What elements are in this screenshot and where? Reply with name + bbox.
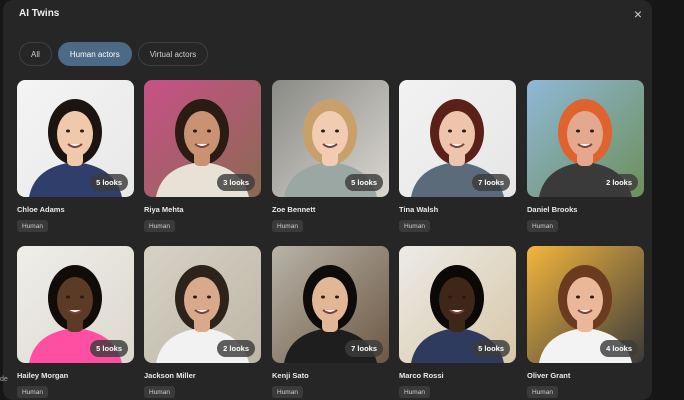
actor-type-badge: Human xyxy=(272,386,303,398)
actor-thumbnail[interactable]: 5 looks xyxy=(17,80,134,197)
actor-name: Kenji Sato xyxy=(272,371,309,380)
actor-type-badge: Human xyxy=(17,386,48,398)
actor-name: Marco Rossi xyxy=(399,371,444,380)
actor-thumbnail[interactable]: 2 looks xyxy=(527,80,644,197)
actor-card[interactable]: 7 looks Kenji Sato Human xyxy=(272,246,389,399)
looks-count-badge: 7 looks xyxy=(345,340,383,357)
looks-count-badge: 2 looks xyxy=(217,340,255,357)
actor-thumbnail[interactable]: 5 looks xyxy=(17,246,134,363)
actor-name: Daniel Brooks xyxy=(527,205,578,214)
actor-name: Jackson Miller xyxy=(144,371,196,380)
actor-type-badge: Human xyxy=(527,386,558,398)
looks-count-badge: 5 looks xyxy=(90,174,128,191)
looks-count-badge: 4 looks xyxy=(600,340,638,357)
actor-name: Hailey Morgan xyxy=(17,371,69,380)
actor-thumbnail[interactable]: 7 looks xyxy=(272,246,389,363)
looks-count-badge: 5 looks xyxy=(472,340,510,357)
looks-count-badge: 7 looks xyxy=(472,174,510,191)
actor-thumbnail[interactable]: 3 looks xyxy=(144,80,261,197)
actor-card[interactable]: 2 looks Jackson Miller Human xyxy=(144,246,261,399)
actor-thumbnail[interactable]: 2 looks xyxy=(144,246,261,363)
actor-card[interactable]: 7 looks Tina Walsh Human xyxy=(399,80,516,233)
actor-thumbnail[interactable]: 5 looks xyxy=(272,80,389,197)
actor-thumbnail[interactable]: 4 looks xyxy=(527,246,644,363)
filter-virtual-actors-button[interactable]: Virtual actors xyxy=(137,42,209,66)
actor-card[interactable]: 2 looks Daniel Brooks Human xyxy=(527,80,644,233)
actor-type-badge: Human xyxy=(144,386,175,398)
actor-card[interactable]: 5 looks Zoe Bennett Human xyxy=(272,80,389,233)
looks-count-badge: 5 looks xyxy=(345,174,383,191)
actor-name: Riya Mehta xyxy=(144,205,184,214)
actor-type-badge: Human xyxy=(399,386,430,398)
actor-type-badge: Human xyxy=(399,220,430,232)
filter-human-actors-button[interactable]: Human actors xyxy=(57,42,132,66)
filter-tabs: All Human actors Virtual actors xyxy=(19,42,209,66)
actor-name: Oliver Grant xyxy=(527,371,571,380)
actor-card[interactable]: 5 looks Hailey Morgan Human xyxy=(17,246,134,399)
looks-count-badge: 2 looks xyxy=(600,174,638,191)
actor-name: Tina Walsh xyxy=(399,205,439,214)
looks-count-badge: 3 looks xyxy=(217,174,255,191)
actor-card[interactable]: 4 looks Oliver Grant Human xyxy=(527,246,644,399)
actor-card[interactable]: 5 looks Marco Rossi Human xyxy=(399,246,516,399)
actor-type-badge: Human xyxy=(17,220,48,232)
actor-type-badge: Human xyxy=(527,220,558,232)
actor-card[interactable]: 5 looks Chloe Adams Human xyxy=(17,80,134,233)
ai-twins-modal: AI Twins × All Human actors Virtual acto… xyxy=(3,0,652,400)
actor-name: Chloe Adams xyxy=(17,205,65,214)
filter-all-button[interactable]: All xyxy=(19,42,52,66)
close-icon[interactable]: × xyxy=(630,6,646,22)
actor-type-badge: Human xyxy=(144,220,175,232)
actor-type-badge: Human xyxy=(272,220,303,232)
modal-title: AI Twins xyxy=(19,8,60,19)
looks-count-badge: 5 looks xyxy=(90,340,128,357)
actor-name: Zoe Bennett xyxy=(272,205,316,214)
actor-thumbnail[interactable]: 5 looks xyxy=(399,246,516,363)
actor-card[interactable]: 3 looks Riya Mehta Human xyxy=(144,80,261,233)
actor-thumbnail[interactable]: 7 looks xyxy=(399,80,516,197)
background-text-fragment: de xyxy=(0,376,8,383)
